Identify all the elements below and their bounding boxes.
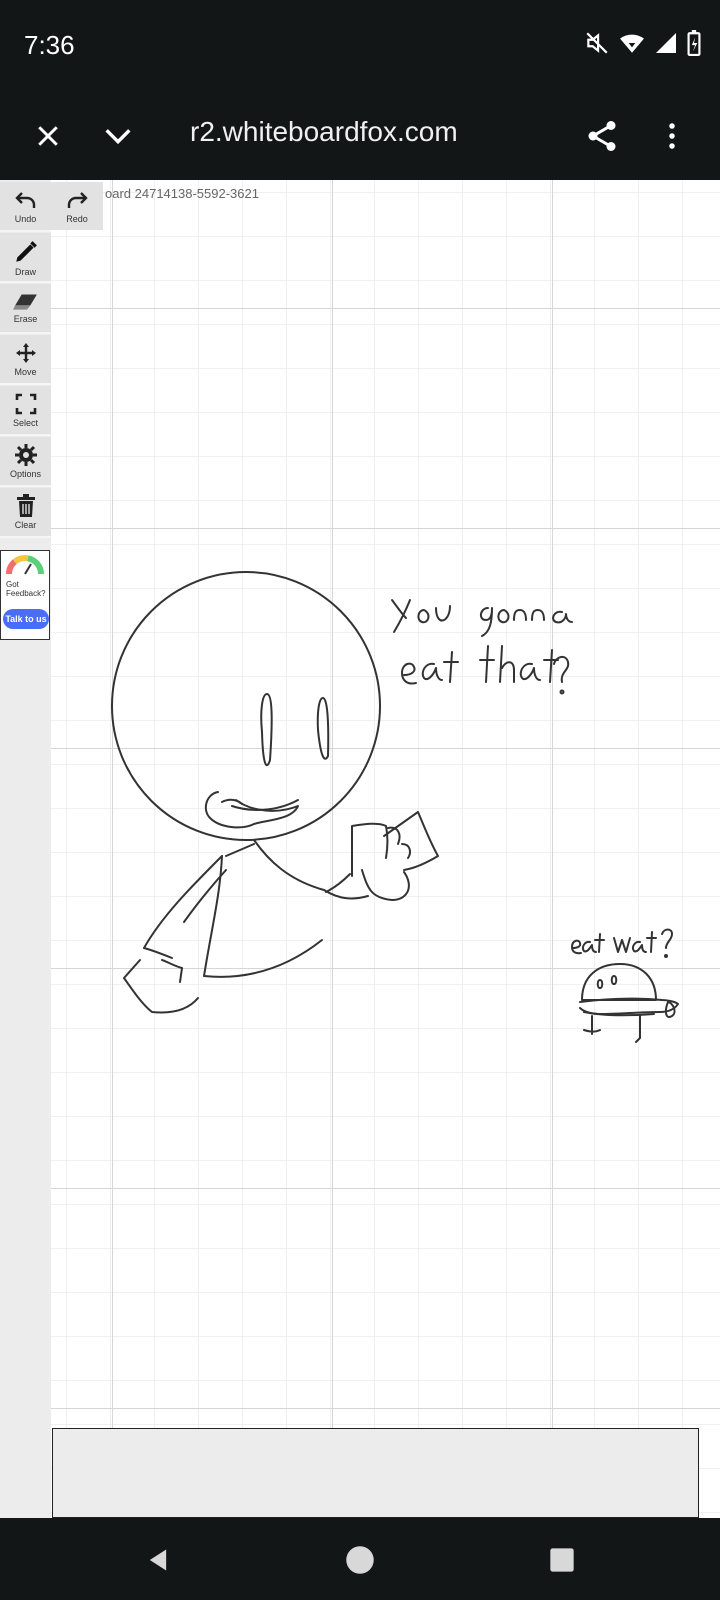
url-text[interactable]: r2.whiteboardfox.com [190, 116, 458, 148]
undo-label: Undo [14, 214, 37, 224]
close-icon[interactable] [24, 112, 72, 160]
talk-to-us-button[interactable]: Talk to us [3, 609, 49, 629]
mute-icon [584, 30, 610, 61]
erase-label: Erase [13, 314, 38, 324]
move-button[interactable]: Move [0, 335, 51, 385]
status-icons [584, 30, 702, 61]
character-head [111, 571, 381, 841]
options-label: Options [9, 469, 42, 479]
battery-icon [686, 30, 702, 61]
clear-label: Clear [14, 520, 37, 530]
drawing-layer [111, 571, 679, 1043]
draw-button[interactable]: Draw [0, 233, 51, 283]
redo-button[interactable]: Redo [51, 182, 103, 230]
back-icon[interactable] [138, 1540, 178, 1580]
select-icon [15, 393, 36, 415]
undo-button[interactable]: Undo [0, 182, 51, 232]
select-label: Select [12, 418, 38, 428]
pencil-icon [15, 241, 37, 262]
wifi-icon [618, 30, 646, 61]
chevron-down-icon[interactable] [94, 112, 142, 160]
redo-label: Redo [66, 214, 88, 224]
browser-toolbar: r2.whiteboardfox.com [0, 90, 720, 180]
select-button[interactable]: Select [0, 386, 51, 436]
bottom-panel [52, 1428, 699, 1518]
move-label: Move [14, 367, 37, 377]
signal-icon [654, 31, 678, 60]
character-left-eye [260, 693, 273, 767]
recents-icon[interactable] [542, 1540, 582, 1580]
status-time: 7:36 [24, 30, 75, 60]
board-id-label: oard 24714138-5592-3621 [105, 186, 259, 201]
erase-button[interactable]: Erase [0, 284, 51, 334]
draw-label: Draw [14, 267, 36, 277]
move-icon [15, 343, 36, 363]
feedback-text: Got Feedback? [6, 580, 46, 598]
trash-icon [16, 494, 35, 517]
character-right-eye [316, 697, 330, 760]
status-bar: 7:36 [0, 0, 720, 90]
gauge-icon [6, 555, 44, 575]
undo-icon [14, 192, 35, 208]
whiteboard-canvas[interactable] [0, 180, 720, 1518]
more-icon[interactable] [648, 112, 696, 160]
options-button[interactable]: Options [0, 437, 51, 487]
redo-icon [67, 192, 88, 208]
eraser-icon [12, 294, 37, 310]
navigation-bar [0, 1518, 720, 1600]
share-icon[interactable] [578, 112, 626, 160]
feedback-widget[interactable]: Got Feedback? Talk to us [0, 550, 50, 640]
home-icon[interactable] [340, 1540, 380, 1580]
gear-icon [14, 444, 37, 466]
clear-button[interactable]: Clear [0, 488, 51, 538]
